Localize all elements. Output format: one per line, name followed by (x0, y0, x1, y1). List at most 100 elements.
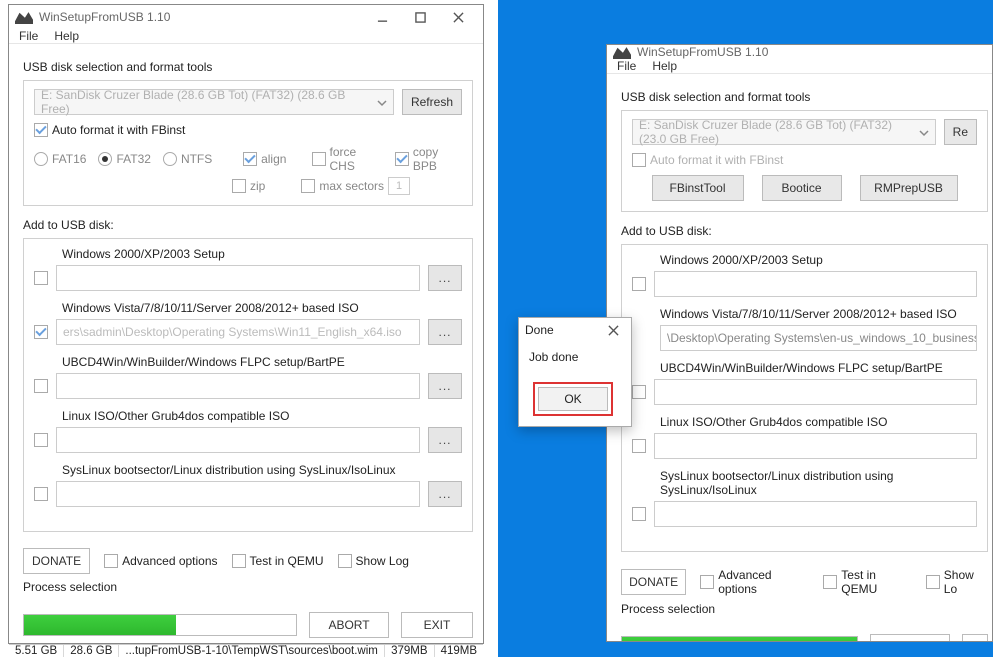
linux-browse-button[interactable]: ... (428, 427, 462, 453)
dialog-close-button[interactable] (601, 318, 625, 342)
rmprepusb-button[interactable]: RMPrepUSB (860, 175, 958, 201)
ubcd-path[interactable] (56, 373, 420, 399)
window-title: WinSetupFromUSB 1.10 (39, 10, 363, 24)
abort-button[interactable]: ABORT (870, 634, 950, 642)
minimize-button[interactable] (363, 5, 401, 29)
abort-button[interactable]: ABORT (309, 612, 389, 638)
ubcd-label: UBCD4Win/WinBuilder/Windows FLPC setup/B… (62, 355, 462, 369)
app-icon (613, 45, 631, 59)
exit-button[interactable]: EXIT (401, 612, 473, 638)
advanced-label: Advanced options (718, 568, 809, 596)
ubcd-checkbox[interactable] (632, 385, 646, 399)
advanced-checkbox[interactable] (104, 554, 118, 568)
menu-file[interactable]: File (617, 59, 636, 73)
process-label: Process selection (621, 602, 988, 616)
zip-label: zip (250, 179, 265, 193)
refresh-button[interactable]: Refresh (402, 89, 462, 115)
linux-label: Linux ISO/Other Grub4dos compatible ISO (660, 415, 977, 429)
advanced-label: Advanced options (122, 554, 217, 568)
maximize-button[interactable] (401, 5, 439, 29)
ubcd-path[interactable] (654, 379, 977, 405)
menu-help[interactable]: Help (54, 29, 79, 43)
syslinux-label: SysLinux bootsector/Linux distribution u… (660, 469, 977, 497)
fat32-radio[interactable] (98, 152, 112, 166)
refresh-button[interactable]: Re (944, 119, 977, 145)
linux-path[interactable] (654, 433, 977, 459)
winxp-browse-button[interactable]: ... (428, 265, 462, 291)
autoformat-checkbox[interactable] (632, 153, 646, 167)
menubar: File Help (607, 59, 992, 74)
maxsectors-checkbox[interactable] (301, 179, 315, 193)
syslinux-browse-button[interactable]: ... (428, 481, 462, 507)
forcechs-checkbox[interactable] (312, 152, 326, 166)
dialog-title: Done (525, 323, 601, 337)
syslinux-path[interactable] (56, 481, 420, 507)
status-3: ...tupFromUSB-1-10\TempWST\sources\boot.… (119, 645, 385, 657)
qemu-checkbox[interactable] (823, 575, 837, 589)
winxp-checkbox[interactable] (632, 277, 646, 291)
drive-select[interactable]: E: SanDisk Cruzer Blade (28.6 GB Tot) (F… (34, 89, 394, 115)
winvista-path[interactable]: ers\sadmin\Desktop\Operating Systems\Win… (56, 319, 420, 345)
copybpb-label: copy BPB (413, 145, 462, 173)
winxp-checkbox[interactable] (34, 271, 48, 285)
showlog-checkbox[interactable] (926, 575, 940, 589)
ntfs-label: NTFS (181, 152, 212, 166)
showlog-checkbox[interactable] (338, 554, 352, 568)
fbinsttool-button[interactable]: FBinstTool (652, 175, 744, 201)
exit-button[interactable]: E (962, 634, 988, 642)
advanced-checkbox[interactable] (700, 575, 714, 589)
qemu-label: Test in QEMU (841, 568, 911, 596)
ubcd-checkbox[interactable] (34, 379, 48, 393)
ntfs-radio[interactable] (163, 152, 177, 166)
winxp-path[interactable] (56, 265, 420, 291)
add-section-label: Add to USB disk: (621, 224, 988, 238)
progress-bar (621, 636, 858, 642)
syslinux-checkbox[interactable] (34, 487, 48, 501)
winvista-label: Windows Vista/7/8/10/11/Server 2008/2012… (62, 301, 462, 315)
ubcd-browse-button[interactable]: ... (428, 373, 462, 399)
drive-select[interactable]: E: SanDisk Cruzer Blade (28.6 GB Tot) (F… (632, 119, 936, 145)
status-5: 419MB (435, 645, 483, 657)
close-button[interactable] (439, 5, 477, 29)
winxp-label: Windows 2000/XP/2003 Setup (660, 253, 977, 267)
autoformat-label: Auto format it with FBinst (650, 153, 783, 167)
status-4: 379MB (385, 645, 434, 657)
linux-checkbox[interactable] (632, 439, 646, 453)
usb-section-label: USB disk selection and format tools (23, 60, 473, 74)
usb-section-label: USB disk selection and format tools (621, 90, 988, 104)
bootice-button[interactable]: Bootice (762, 175, 842, 201)
add-section-label: Add to USB disk: (23, 218, 473, 232)
titlebar[interactable]: WinSetupFromUSB 1.10 (607, 45, 992, 59)
left-window: WinSetupFromUSB 1.10 File Help USB disk … (8, 4, 484, 644)
autoformat-checkbox[interactable] (34, 123, 48, 137)
statusbar: 5.51 GB 28.6 GB ...tupFromUSB-1-10\TempW… (9, 644, 483, 657)
linux-path[interactable] (56, 427, 420, 453)
ok-highlight: OK (533, 382, 613, 416)
copybpb-checkbox[interactable] (395, 152, 409, 166)
winvista-checkbox[interactable] (34, 325, 48, 339)
syslinux-path[interactable] (654, 501, 977, 527)
menu-help[interactable]: Help (652, 59, 677, 73)
titlebar[interactable]: WinSetupFromUSB 1.10 (9, 5, 483, 29)
align-checkbox[interactable] (243, 152, 257, 166)
ok-button[interactable]: OK (538, 387, 608, 411)
zip-checkbox[interactable] (232, 179, 246, 193)
winxp-path[interactable] (654, 271, 977, 297)
maxsectors-label: max sectors (319, 179, 384, 193)
forcechs-label: force CHS (330, 145, 382, 173)
qemu-checkbox[interactable] (232, 554, 246, 568)
linux-checkbox[interactable] (34, 433, 48, 447)
winvista-path[interactable]: \Desktop\Operating Systems\en-us_windows… (660, 325, 977, 351)
maxsectors-value[interactable]: 1 (388, 177, 410, 195)
syslinux-checkbox[interactable] (632, 507, 646, 521)
donate-button[interactable]: DONATE (621, 569, 686, 595)
fat16-radio[interactable] (34, 152, 48, 166)
showlog-label: Show Log (356, 554, 409, 568)
winvista-browse-button[interactable]: ... (428, 319, 462, 345)
donate-button[interactable]: DONATE (23, 548, 90, 574)
autoformat-label: Auto format it with FBinst (52, 123, 185, 137)
chevron-down-icon (377, 97, 387, 107)
right-window: WinSetupFromUSB 1.10 File Help USB disk … (606, 44, 993, 642)
menu-file[interactable]: File (19, 29, 38, 43)
dialog-titlebar[interactable]: Done (519, 318, 631, 342)
